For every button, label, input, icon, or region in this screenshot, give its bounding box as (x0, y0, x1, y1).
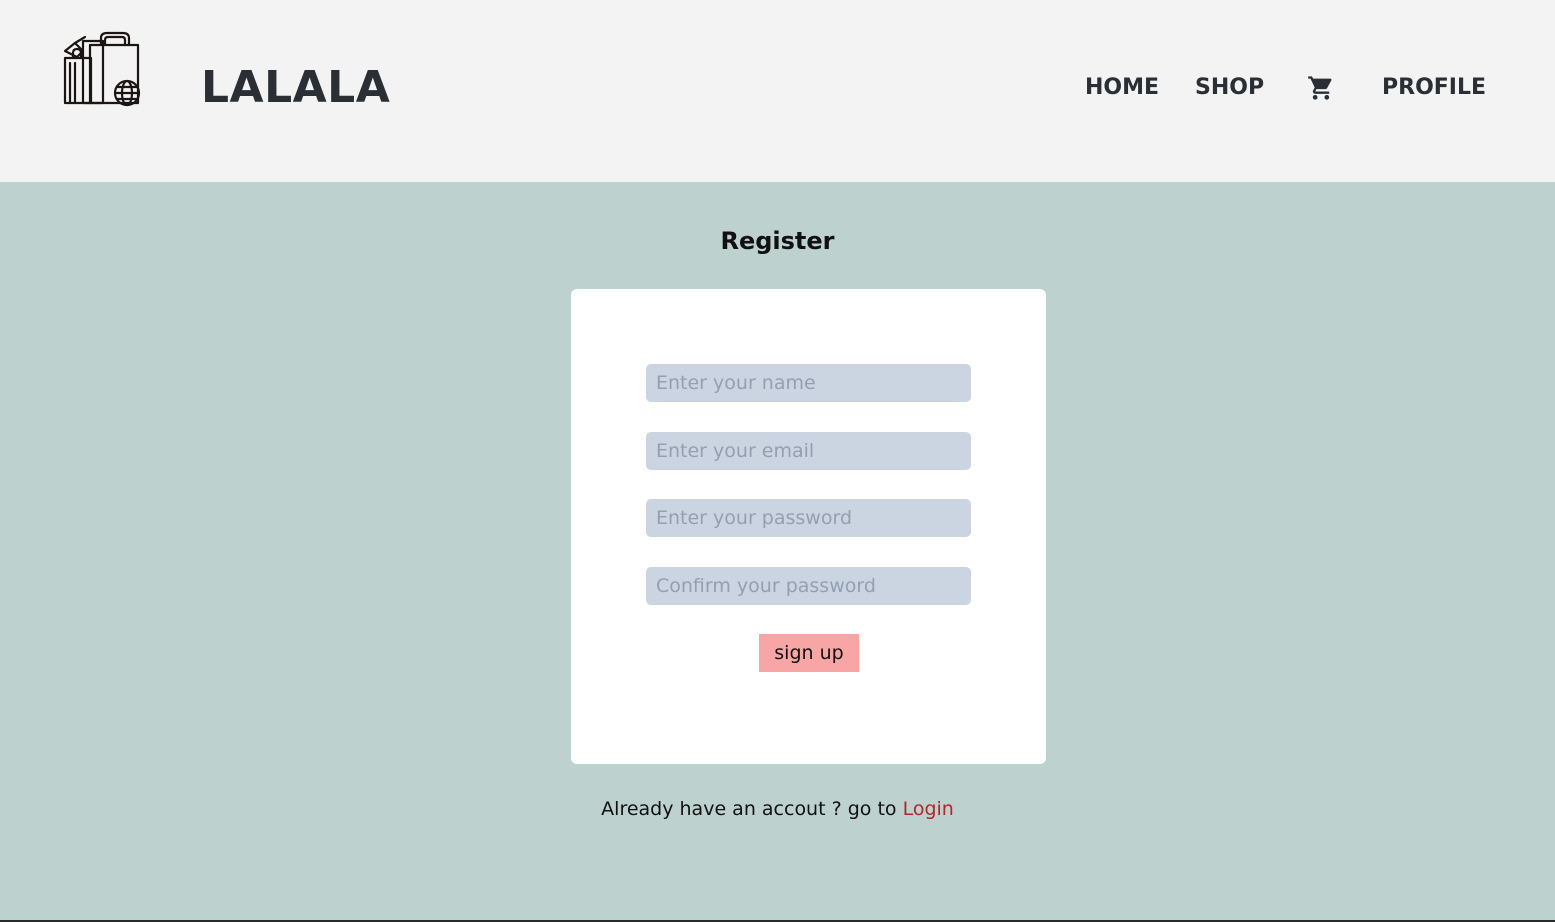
site-header: LALALA HOME SHOP PROFILE (0, 0, 1555, 182)
sign-up-button[interactable]: sign up (759, 634, 859, 672)
login-prompt-text: Already have an accout ? go to (601, 798, 903, 820)
nav-profile-link[interactable]: PROFILE (1382, 74, 1486, 102)
shopping-bags-icon[interactable] (63, 31, 143, 107)
brand-name[interactable]: LALALA (201, 62, 390, 114)
name-input[interactable] (646, 364, 971, 402)
login-link[interactable]: Login (903, 798, 954, 820)
cart-icon[interactable] (1307, 74, 1335, 102)
page-title: Register (720, 227, 835, 255)
email-input[interactable] (646, 432, 971, 470)
login-prompt: Already have an accout ? go to Login (0, 795, 1555, 823)
confirm-password-input[interactable] (646, 567, 971, 605)
register-form-card: sign up (571, 289, 1046, 764)
password-input[interactable] (646, 499, 971, 537)
nav-home-link[interactable]: HOME (1085, 74, 1159, 102)
nav-shop-link[interactable]: SHOP (1195, 74, 1264, 102)
